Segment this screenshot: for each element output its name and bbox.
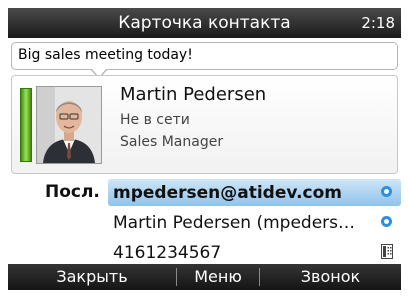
- presence-status: Не в сети: [120, 112, 190, 128]
- contact-row-email[interactable]: mpedersen@atidev.com: [108, 179, 401, 206]
- softkey-bar: Закрыть Меню Звонок: [8, 264, 401, 290]
- phone-icon: [381, 244, 393, 259]
- sync-icon: [381, 216, 392, 227]
- menu-button[interactable]: Меню: [177, 264, 259, 290]
- close-button[interactable]: Закрыть: [8, 264, 176, 290]
- avatar: [36, 86, 102, 164]
- avatar-photo: [37, 87, 101, 163]
- screen-title: Карточка контакта: [118, 13, 291, 33]
- contact-name: Martin Pedersen: [120, 84, 267, 105]
- contact-row-phone[interactable]: 4161234567: [108, 239, 401, 266]
- status-message-bubble: Big sales meeting today!: [11, 42, 398, 79]
- contact-row-im[interactable]: Martin Pedersen (mpeders…: [108, 209, 401, 236]
- presence-indicator: [20, 88, 32, 162]
- title-bar: Карточка контакта 2:18: [8, 8, 401, 38]
- recent-label: Посл.: [45, 182, 100, 202]
- status-message-text: Big sales meeting today!: [18, 47, 193, 63]
- contact-card: Big sales meeting today! Martin Pedersen…: [8, 38, 401, 264]
- call-button[interactable]: Звонок: [260, 264, 401, 290]
- contact-profile: Martin Pedersen Не в сети Sales Manager: [11, 75, 398, 174]
- sync-icon: [381, 186, 392, 197]
- clock: 2:18: [361, 14, 395, 32]
- job-title: Sales Manager: [120, 134, 224, 150]
- email-text: mpedersen@atidev.com: [113, 183, 342, 203]
- phone-screen: Карточка контакта 2:18 Big sales meeting…: [8, 8, 401, 290]
- phone-number-text: 4161234567: [113, 243, 222, 263]
- im-text: Martin Pedersen (mpeders…: [113, 213, 356, 233]
